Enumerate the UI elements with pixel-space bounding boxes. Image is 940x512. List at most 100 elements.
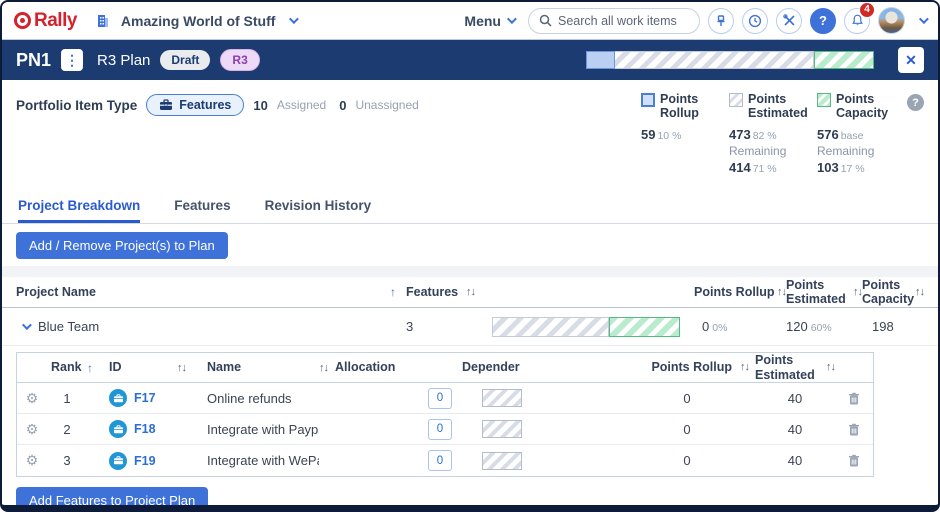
- points-estimated-legend: PointsEstimated 47382 % Remaining 41471 …: [729, 92, 803, 194]
- close-plan-button[interactable]: ✕: [898, 47, 924, 73]
- user-menu-chevron-down-icon[interactable]: [919, 14, 929, 24]
- history-button[interactable]: [742, 8, 768, 34]
- tab-revision-history[interactable]: Revision History: [265, 194, 372, 223]
- feature-id-link[interactable]: F17: [134, 391, 156, 405]
- tab-features[interactable]: Features: [174, 194, 230, 223]
- col-feature-points-estimated-label: PointsEstimated: [755, 353, 815, 382]
- col-features[interactable]: Features: [406, 285, 466, 299]
- col-points-rollup[interactable]: Points Rollup ↑↓: [694, 285, 786, 299]
- gear-icon[interactable]: ⚙: [17, 452, 47, 469]
- project-estimated-segment: [492, 317, 609, 337]
- feature-points-rollup-sort-icon[interactable]: ↑↓: [740, 361, 749, 374]
- dependencies-bar[interactable]: [482, 452, 522, 470]
- gear-icon[interactable]: ⚙: [17, 390, 47, 407]
- briefcase-icon: [159, 99, 173, 111]
- capacity-remaining-value: 103: [817, 160, 839, 175]
- rank-sort-asc-icon[interactable]: ↑: [87, 361, 109, 375]
- add-features-button[interactable]: Add Features to Project Plan: [16, 487, 208, 512]
- col-dependencies[interactable]: Depender: [462, 360, 542, 374]
- points-estimated-sort-icon[interactable]: ↑↓: [853, 286, 862, 299]
- workspace-chevron-down-icon[interactable]: [289, 14, 299, 24]
- feature-name[interactable]: Integrate with Paypal: [207, 422, 319, 437]
- feature-rank: 1: [47, 391, 87, 406]
- allocation-input[interactable]: 0: [428, 388, 452, 409]
- feature-name[interactable]: Online refunds: [207, 391, 319, 406]
- clock-icon: [748, 14, 762, 28]
- menu-chevron-down-icon: [507, 14, 517, 24]
- sort-asc-icon[interactable]: ↑: [390, 285, 406, 299]
- tab-project-breakdown[interactable]: Project Breakdown: [18, 194, 140, 223]
- portfolio-item-type-selector[interactable]: Features: [146, 94, 244, 116]
- bottom-actions-row: Add Features to Project Plan: [2, 477, 938, 512]
- points-capacity-sort-icon[interactable]: ↑↓: [915, 286, 924, 299]
- points-rollup-sort-icon[interactable]: ↑↓: [777, 286, 786, 299]
- portfolio-item-type-label: Portfolio Item Type: [16, 98, 137, 113]
- feature-points-rollup: 0: [645, 453, 755, 468]
- search-box[interactable]: [528, 8, 700, 34]
- trash-icon[interactable]: [835, 454, 873, 467]
- rollup-label-line1: Points: [660, 92, 698, 106]
- feature-id-link[interactable]: F19: [134, 454, 156, 468]
- app-window: Rally Amazing World of Stuff Menu: [0, 0, 940, 512]
- capacity-swatch-icon: [817, 93, 831, 107]
- rally-logo[interactable]: Rally: [14, 10, 77, 32]
- capacity-remaining-label: Remaining: [817, 144, 891, 158]
- col-name[interactable]: Name: [207, 360, 319, 374]
- trash-icon[interactable]: [835, 392, 873, 405]
- feature-briefcase-icon: [109, 389, 127, 407]
- workspace-selector[interactable]: Amazing World of Stuff: [121, 13, 276, 29]
- dependencies-bar[interactable]: [482, 420, 522, 438]
- notifications-button[interactable]: 4: [844, 8, 870, 34]
- pin-button[interactable]: [708, 8, 734, 34]
- feature-id-link[interactable]: F18: [134, 422, 156, 436]
- question-icon: ?: [912, 97, 919, 109]
- collapse-chevron-icon[interactable]: [22, 320, 32, 330]
- name-sort-icon[interactable]: ↑↓: [319, 362, 335, 374]
- feature-name[interactable]: Integrate with WePay: [207, 453, 319, 468]
- tools-icon: [783, 14, 796, 27]
- col-feature-points-estimated[interactable]: PointsEstimated ↑↓: [755, 353, 835, 382]
- project-progress-bar: [492, 317, 680, 337]
- allocation-input[interactable]: 0: [428, 419, 452, 440]
- unassigned-count: 0: [339, 98, 346, 113]
- tab-bar: Project Breakdown Features Revision Hist…: [2, 194, 938, 224]
- pin-icon: [715, 15, 727, 27]
- trash-icon[interactable]: [835, 423, 873, 436]
- divider-band: [2, 266, 938, 277]
- menu-dropdown[interactable]: Menu: [464, 13, 514, 29]
- rollup-value: 59: [641, 127, 655, 142]
- project-table-header: Project Name ↑ Features ↑↓ Points Rollup…: [2, 277, 938, 308]
- col-allocation[interactable]: Allocation: [335, 360, 462, 374]
- gear-icon[interactable]: ⚙: [17, 421, 47, 438]
- feature-row: ⚙ 3 F19 Integrate with WePay 0 0 40: [17, 445, 873, 476]
- dependencies-bar[interactable]: [482, 389, 522, 407]
- capacity-value: 576: [817, 127, 839, 142]
- feature-rank: 2: [47, 422, 87, 437]
- top-navbar: Rally Amazing World of Stuff Menu: [2, 2, 938, 40]
- col-feature-points-rollup[interactable]: Points Rollup ↑↓: [645, 360, 755, 374]
- col-rank[interactable]: Rank: [47, 360, 87, 374]
- tools-button[interactable]: [776, 8, 802, 34]
- help-icon: ?: [819, 13, 827, 28]
- legend-help-button[interactable]: ?: [907, 94, 924, 111]
- search-input[interactable]: [558, 14, 689, 28]
- col-points-estimated[interactable]: PointsEstimated ↑↓: [786, 278, 862, 307]
- rally-logo-icon: [14, 12, 31, 29]
- col-points-capacity[interactable]: PointsCapacity ↑↓: [862, 278, 924, 307]
- project-points-rollup: 00%: [694, 319, 786, 334]
- id-sort-icon[interactable]: ↑↓: [177, 362, 207, 374]
- help-button[interactable]: ?: [810, 8, 836, 34]
- release-badge: R3: [220, 49, 259, 71]
- col-id[interactable]: ID: [109, 360, 177, 374]
- estimated-remaining-value: 414: [729, 160, 751, 175]
- features-sort-icon[interactable]: ↑↓: [466, 286, 492, 298]
- add-remove-projects-button[interactable]: Add / Remove Project(s) to Plan: [16, 232, 228, 259]
- user-avatar[interactable]: [878, 7, 905, 34]
- feature-points-estimated-sort-icon[interactable]: ↑↓: [826, 361, 835, 374]
- plan-menu-button[interactable]: ⋮: [61, 49, 83, 71]
- project-name[interactable]: Blue Team: [38, 319, 99, 334]
- allocation-input[interactable]: 0: [428, 450, 452, 471]
- estimated-remaining-pct: 71 %: [753, 163, 777, 175]
- col-project-name[interactable]: Project Name: [16, 285, 390, 299]
- search-icon: [539, 14, 552, 27]
